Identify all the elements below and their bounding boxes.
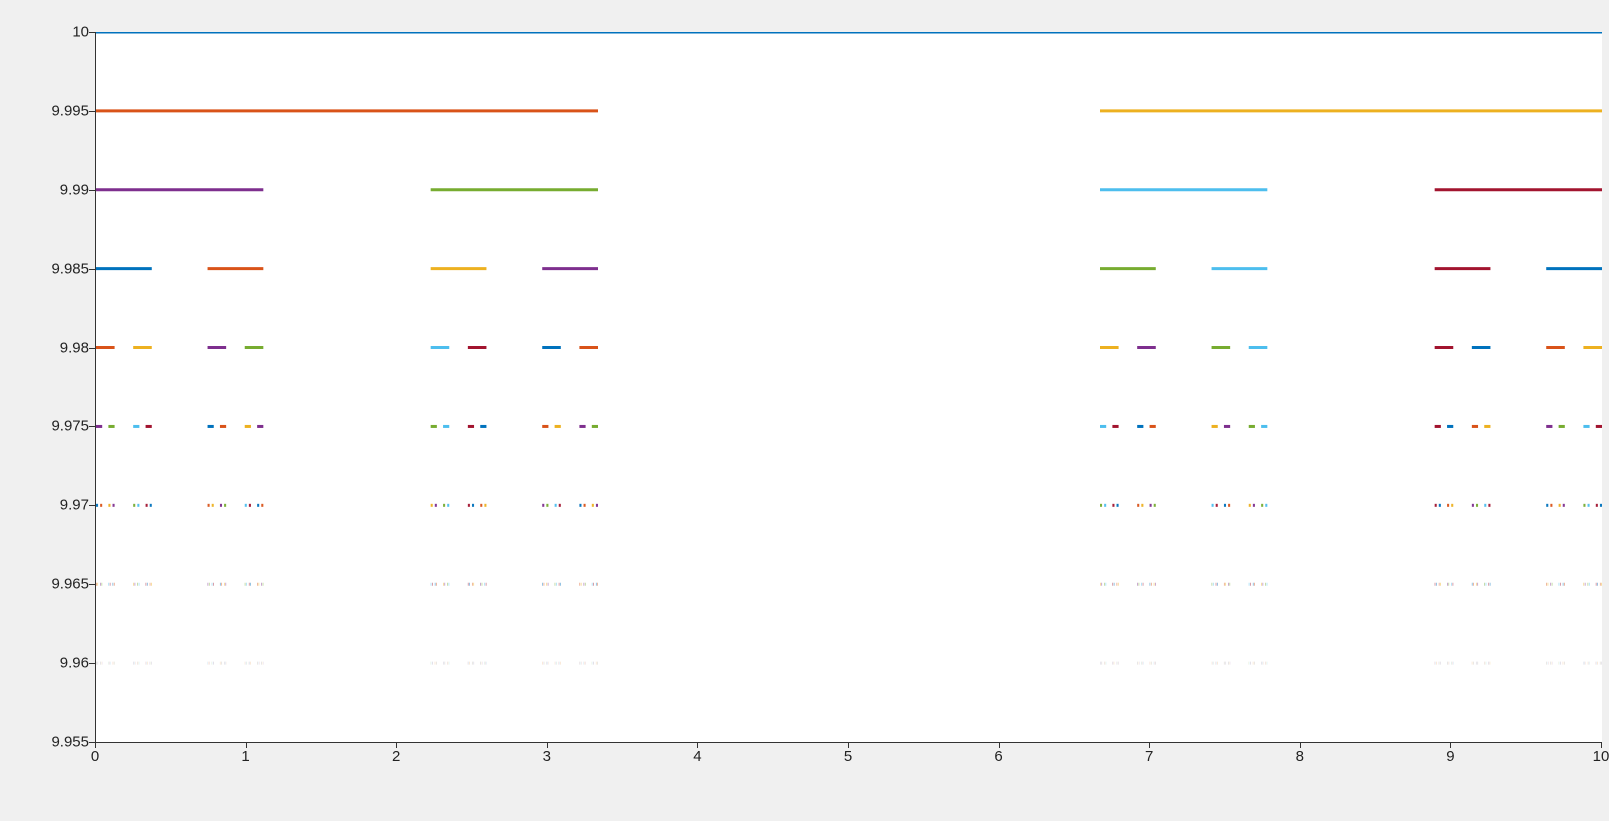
x-tick-label: 5 bbox=[844, 748, 852, 765]
x-tick bbox=[848, 742, 849, 748]
x-tick-label: 10 bbox=[1593, 748, 1609, 765]
y-tick-label: 9.965 bbox=[29, 576, 89, 593]
y-tick-label: 9.995 bbox=[29, 102, 89, 119]
x-tick bbox=[1149, 742, 1150, 748]
y-tick bbox=[89, 190, 95, 191]
y-tick-label: 10 bbox=[29, 24, 89, 41]
x-tick bbox=[1450, 742, 1451, 748]
x-tick-label: 2 bbox=[392, 748, 400, 765]
y-tick-label: 9.955 bbox=[29, 734, 89, 751]
y-tick bbox=[89, 32, 95, 33]
y-tick bbox=[89, 663, 95, 664]
y-tick bbox=[89, 505, 95, 506]
y-tick-label: 9.975 bbox=[29, 418, 89, 435]
y-tick bbox=[89, 426, 95, 427]
x-tick bbox=[396, 742, 397, 748]
y-tick-label: 9.99 bbox=[29, 181, 89, 198]
x-tick-label: 3 bbox=[543, 748, 551, 765]
x-tick bbox=[1300, 742, 1301, 748]
x-tick bbox=[246, 742, 247, 748]
y-tick-label: 9.96 bbox=[29, 655, 89, 672]
x-tick-label: 0 bbox=[91, 748, 99, 765]
x-tick-label: 4 bbox=[693, 748, 701, 765]
y-tick bbox=[89, 269, 95, 270]
x-tick bbox=[1601, 742, 1602, 748]
y-tick-label: 9.98 bbox=[29, 339, 89, 356]
x-tick-label: 9 bbox=[1446, 748, 1454, 765]
x-tick bbox=[95, 742, 96, 748]
x-tick-label: 1 bbox=[241, 748, 249, 765]
y-tick-label: 9.97 bbox=[29, 497, 89, 514]
x-tick bbox=[697, 742, 698, 748]
x-tick-label: 6 bbox=[994, 748, 1002, 765]
chart-canvas bbox=[96, 32, 1602, 742]
x-tick bbox=[999, 742, 1000, 748]
x-tick bbox=[547, 742, 548, 748]
y-tick bbox=[89, 584, 95, 585]
y-tick bbox=[89, 111, 95, 112]
plot-axes bbox=[95, 32, 1602, 743]
x-tick-label: 7 bbox=[1145, 748, 1153, 765]
y-tick bbox=[89, 348, 95, 349]
y-tick-label: 9.985 bbox=[29, 260, 89, 277]
x-tick-label: 8 bbox=[1296, 748, 1304, 765]
